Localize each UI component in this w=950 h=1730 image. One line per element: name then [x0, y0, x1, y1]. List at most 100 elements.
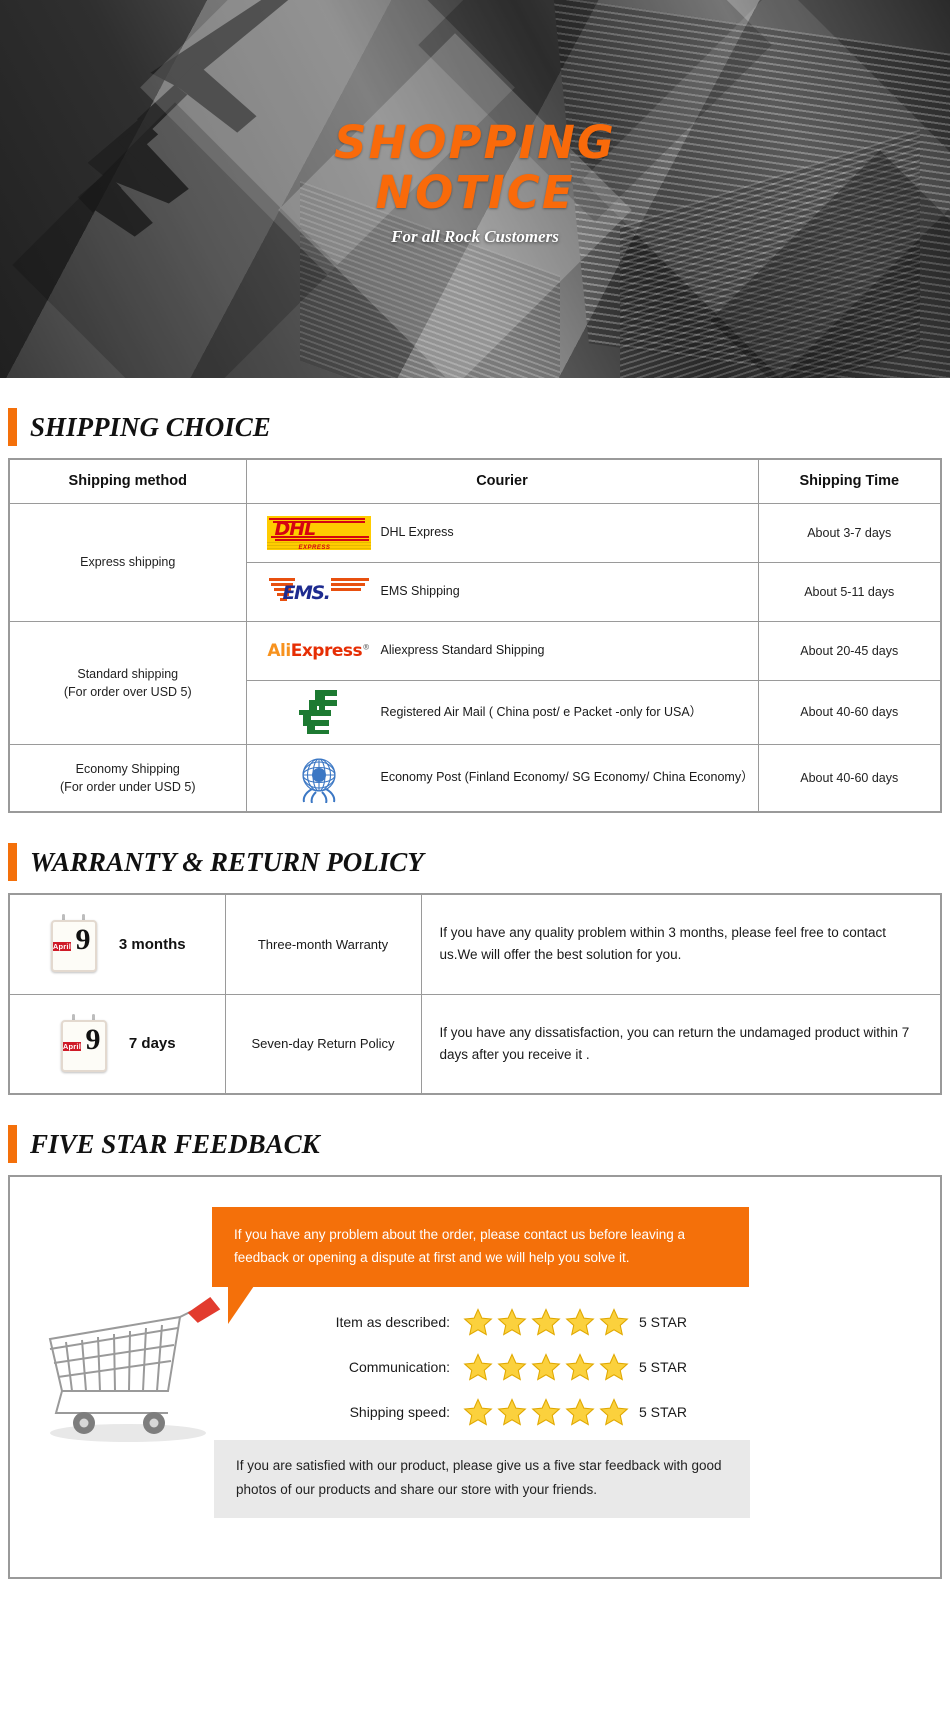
star-icon — [599, 1352, 629, 1381]
method-line2: (For order under USD 5) — [60, 779, 196, 794]
ems-logo-word: EMS. — [282, 581, 331, 604]
courier-cell-un-post: Economy Post (Finland Economy/ SG Econom… — [245, 743, 759, 813]
calendar-day: 9 — [75, 923, 91, 957]
method-express-shipping: Express shipping — [8, 502, 247, 622]
courier-name: Aliexpress Standard Shipping — [380, 643, 545, 657]
hero-title-line1: SHOPPING — [334, 116, 616, 169]
return-description: If you have any dissatisfaction, you can… — [420, 993, 942, 1095]
star-icon — [565, 1397, 595, 1426]
shipping-time: About 5-11 days — [757, 561, 942, 622]
star-rating-shipping-speed — [462, 1396, 632, 1428]
star-icon — [463, 1352, 493, 1381]
courier-name: Registered Air Mail ( China post/ e Pack… — [380, 704, 703, 719]
shipping-time: About 40-60 days — [757, 679, 942, 745]
shipping-table: Shipping method Courier Shipping Time Ex… — [8, 458, 942, 813]
warranty-duration-label: 3 months — [118, 935, 186, 953]
rating-label: Communication: — [348, 1358, 450, 1375]
star-icon — [497, 1307, 527, 1336]
orange-accent-bar — [8, 843, 17, 881]
orange-accent-bar — [8, 408, 17, 446]
feedback-speech-bubble: If you have any problem about the order,… — [212, 1207, 749, 1324]
feedback-section: FIVE STAR FEEDBACK If you have any probl… — [0, 1125, 950, 1579]
table-row: April 9 3 months Three-month Warranty If… — [8, 893, 942, 995]
table-row: Economy Shipping (For order under USD 5) — [8, 743, 942, 813]
star-icon — [565, 1352, 595, 1381]
table-row: Standard shipping (For order over USD 5)… — [8, 620, 942, 745]
star-icon — [463, 1307, 493, 1336]
orange-accent-bar — [8, 1125, 17, 1163]
rating-value: 5 STAR — [639, 1313, 687, 1330]
shopping-cart-icon — [48, 1296, 221, 1442]
aliexpress-logo-icon: AliExpress® — [267, 640, 370, 661]
aliexpress-logo-part2: Express — [290, 640, 363, 661]
table-row: April 9 7 days Seven-day Return Policy I… — [8, 993, 942, 1095]
star-icon — [531, 1397, 561, 1426]
shipping-time: About 40-60 days — [757, 743, 942, 813]
return-policy-name: Seven-day Return Policy — [224, 993, 422, 1095]
star-icon — [599, 1307, 629, 1336]
shipping-time: About 20-45 days — [757, 620, 942, 681]
star-icon — [497, 1397, 527, 1426]
star-icon — [599, 1397, 629, 1426]
star-icon — [565, 1307, 595, 1336]
hero-title-line2: NOTICE — [375, 166, 575, 219]
method-economy-shipping: Economy Shipping (For order under USD 5) — [8, 743, 247, 813]
ratings-list: Item as described: 5 STAR Communication: — [310, 1299, 870, 1434]
shipping-section-title: SHIPPING CHOICE — [30, 411, 271, 442]
star-icon — [531, 1352, 561, 1381]
rating-label: Shipping speed: — [349, 1403, 450, 1420]
courier-cell-ems: EMS. EMS Shipping — [245, 561, 759, 622]
courier-cell-china-post: Registered Air Mail ( China post/ e Pack… — [245, 679, 759, 745]
dhl-logo-icon: DHL EXPRESS — [261, 515, 377, 550]
calendar-day: 9 — [85, 1022, 101, 1056]
star-rating-item-as-described — [462, 1306, 632, 1338]
courier-name: Economy Post (Finland Economy/ SG Econom… — [380, 770, 754, 785]
calendar-month: April — [62, 1041, 81, 1051]
rating-value: 5 STAR — [639, 1358, 687, 1375]
hero-banner: SHOPPING NOTICE For all Rock Customers — [0, 0, 950, 378]
courier-cell-dhl: DHL EXPRESS DHL Express — [245, 502, 759, 563]
rating-label: Item as described: — [335, 1313, 450, 1330]
method-line2: (For order over USD 5) — [63, 684, 192, 699]
courier-name: EMS Shipping — [380, 584, 460, 598]
feedback-box: If you have any problem about the order,… — [8, 1175, 942, 1579]
star-rating-communication — [462, 1351, 632, 1383]
dhl-logo-sub: EXPRESS — [298, 544, 331, 550]
star-icon — [497, 1352, 527, 1381]
header-shipping-method: Shipping method — [8, 458, 247, 504]
hero-text-group: SHOPPING NOTICE For all Rock Customers — [0, 118, 950, 247]
return-duration-cell: April 9 7 days — [8, 993, 226, 1095]
courier-cell-aliexpress: AliExpress® Aliexpress Standard Shipping — [245, 620, 759, 681]
warranty-section: WARRANTY & RETURN POLICY April 9 3 month… — [0, 843, 950, 1095]
warranty-policy-name: Three-month Warranty — [224, 893, 422, 995]
warranty-duration-cell: April 9 3 months — [8, 893, 226, 995]
feedback-heading-row: FIVE STAR FEEDBACK — [8, 1125, 942, 1163]
method-line1: Standard shipping — [77, 666, 179, 681]
star-icon — [531, 1307, 561, 1336]
shipping-table-header-row: Shipping method Courier Shipping Time — [8, 458, 942, 504]
list-item: Communication: 5 STAR — [310, 1344, 870, 1389]
warranty-description: If you have any quality problem within 3… — [420, 893, 942, 995]
aliexpress-logo-part1: Ali — [267, 640, 291, 661]
calendar-month: April — [52, 942, 71, 952]
method-line1: Economy Shipping — [75, 761, 180, 776]
hero-subtitle: For all Rock Customers — [391, 227, 559, 246]
feedback-bubble-text: If you have any problem about the order,… — [234, 1227, 686, 1265]
feedback-section-title: FIVE STAR FEEDBACK — [30, 1128, 320, 1159]
warranty-heading-row: WARRANTY & RETURN POLICY — [8, 843, 942, 881]
list-item: Item as described: 5 STAR — [310, 1299, 870, 1344]
method-standard-shipping: Standard shipping (For order over USD 5) — [8, 620, 247, 745]
un-post-logo-icon — [261, 753, 377, 803]
header-shipping-time: Shipping Time — [757, 458, 942, 504]
calendar-icon: April 9 — [59, 1013, 111, 1074]
table-row: Express shipping DHL EXPRESS DHL Express… — [8, 502, 942, 622]
shipping-heading-row: SHIPPING CHOICE — [8, 408, 942, 446]
warranty-table: April 9 3 months Three-month Warranty If… — [8, 893, 942, 1095]
calendar-icon: April 9 — [49, 914, 101, 974]
rating-value: 5 STAR — [639, 1403, 687, 1420]
list-item: Shipping speed: 5 STAR — [310, 1389, 870, 1434]
ems-logo-icon: EMS. — [261, 576, 377, 608]
header-courier: Courier — [245, 458, 759, 504]
warranty-section-title: WARRANTY & RETURN POLICY — [30, 846, 424, 877]
shipping-time: About 3-7 days — [757, 502, 942, 563]
